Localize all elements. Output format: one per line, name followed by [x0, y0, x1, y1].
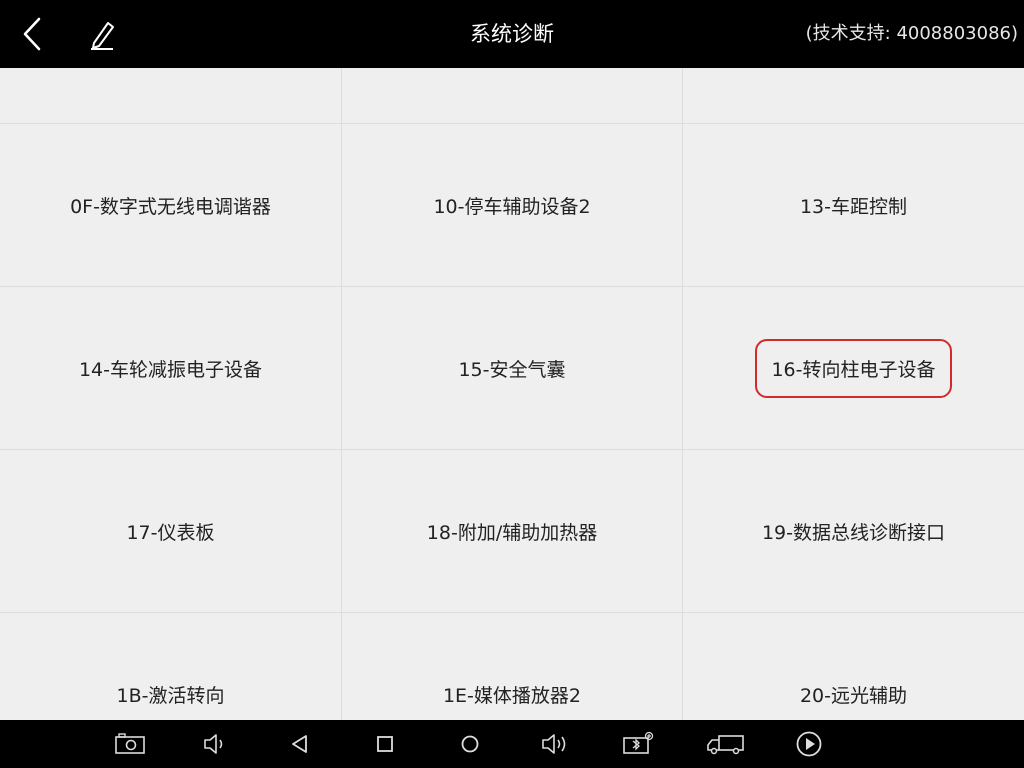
system-cell[interactable]: 14-车轮减振电子设备	[0, 287, 342, 449]
system-list[interactable]: 0F-数字式无线电调谐器 10-停车辅助设备2 13-车距控制 14-车轮减振电…	[0, 68, 1024, 720]
system-label: 13-车距控制	[799, 195, 908, 218]
system-cell[interactable]: 1B-激活转向	[0, 613, 342, 720]
edit-button[interactable]	[80, 12, 124, 56]
vci-bluetooth-icon	[623, 731, 654, 754]
chevron-left-icon	[23, 17, 41, 51]
home-circle-icon	[461, 735, 479, 753]
back-button[interactable]	[10, 12, 54, 56]
volume-down-button[interactable]	[197, 726, 233, 762]
system-cell[interactable]: 0F-数字式无线电调谐器	[0, 124, 342, 286]
system-cell[interactable]: 1E-媒体播放器2	[342, 613, 683, 720]
system-label: 1B-激活转向	[116, 684, 225, 707]
screenshot-icon	[115, 733, 145, 754]
system-label: 16-转向柱电子设备	[755, 338, 952, 398]
tech-support-text: (技术支持: 4008803086)	[805, 23, 1018, 44]
grid-row	[0, 68, 1024, 124]
screenshot-button[interactable]	[112, 726, 148, 762]
system-cell[interactable]	[0, 68, 342, 123]
system-cell[interactable]	[683, 68, 1024, 123]
system-label: 14-车轮减振电子设备	[78, 358, 263, 381]
vci-bluetooth-button[interactable]	[620, 726, 656, 762]
system-label: 17-仪表板	[126, 521, 215, 544]
system-label: 1E-媒体播放器2	[442, 684, 582, 707]
volume-up-icon	[542, 734, 566, 754]
grid-row: 14-车轮减振电子设备 15-安全气囊 16-转向柱电子设备	[0, 287, 1024, 450]
system-label: 18-附加/辅助加热器	[426, 521, 598, 544]
system-label: 15-安全气囊	[458, 358, 566, 381]
system-cell[interactable]: 10-停车辅助设备2	[342, 124, 683, 286]
home-button[interactable]	[452, 726, 488, 762]
system-label: 0F-数字式无线电调谐器	[70, 195, 271, 218]
recent-apps-icon	[377, 736, 393, 752]
system-cell[interactable]: 18-附加/辅助加热器	[342, 450, 683, 612]
grid-row: 17-仪表板 18-附加/辅助加热器 19-数据总线诊断接口	[0, 450, 1024, 613]
pencil-icon	[91, 22, 114, 50]
back-nav-button[interactable]	[282, 726, 318, 762]
system-grid: 0F-数字式无线电调谐器 10-停车辅助设备2 13-车距控制 14-车轮减振电…	[0, 68, 1024, 720]
system-cell[interactable]	[342, 68, 683, 123]
system-cell-selected[interactable]: 16-转向柱电子设备	[683, 287, 1024, 449]
system-label: 19-数据总线诊断接口	[761, 521, 946, 544]
system-label: 20-远光辅助	[799, 684, 908, 707]
system-cell[interactable]: 19-数据总线诊断接口	[683, 450, 1024, 612]
recent-apps-button[interactable]	[367, 726, 403, 762]
system-label: 10-停车辅助设备2	[433, 195, 591, 218]
android-nav-bar	[0, 720, 1024, 768]
volume-down-icon	[204, 734, 223, 754]
back-triangle-icon	[292, 735, 307, 753]
play-circle-icon	[796, 731, 822, 757]
truck-icon	[707, 735, 744, 755]
play-button[interactable]	[791, 726, 827, 762]
system-cell[interactable]: 15-安全气囊	[342, 287, 683, 449]
volume-up-button[interactable]	[537, 726, 573, 762]
system-cell[interactable]: 17-仪表板	[0, 450, 342, 612]
system-cell[interactable]: 13-车距控制	[683, 124, 1024, 286]
system-cell[interactable]: 20-远光辅助	[683, 613, 1024, 720]
grid-row: 0F-数字式无线电调谐器 10-停车辅助设备2 13-车距控制	[0, 124, 1024, 287]
grid-row: 1B-激活转向 1E-媒体播放器2 20-远光辅助	[0, 613, 1024, 720]
top-bar: 系统诊断 (技术支持: 4008803086)	[0, 0, 1024, 68]
truck-mode-button[interactable]	[705, 726, 745, 762]
